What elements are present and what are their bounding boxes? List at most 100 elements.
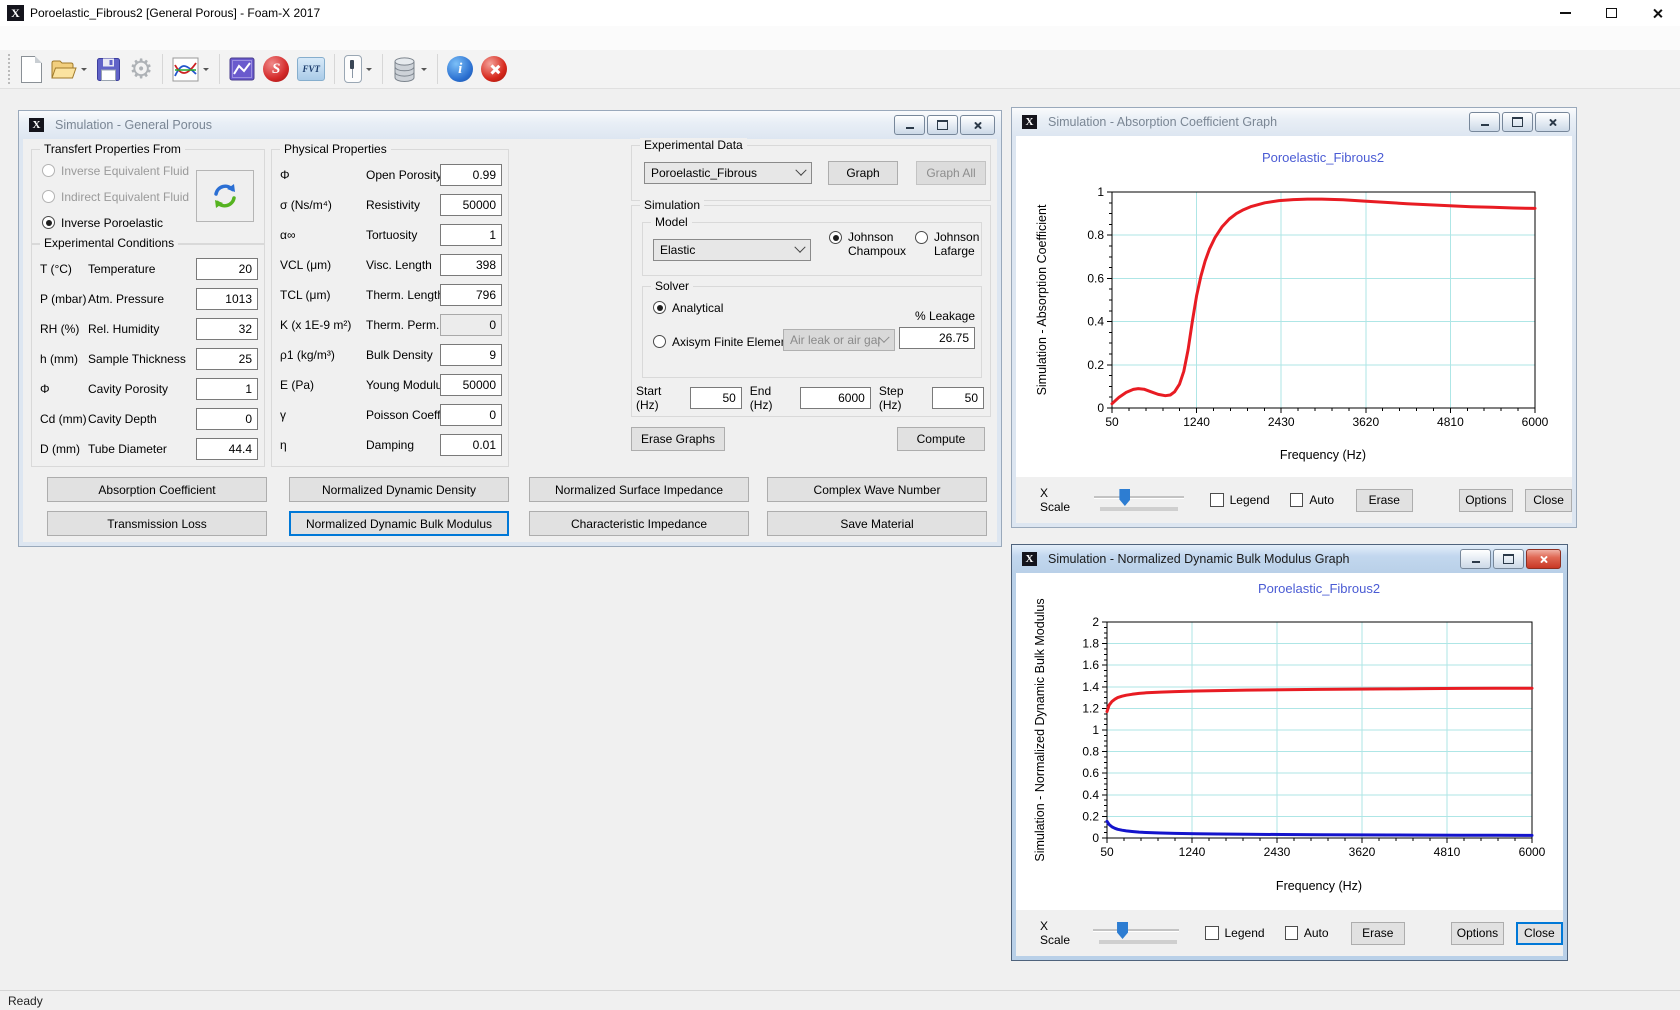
curves-dropdown-icon[interactable] — [203, 68, 209, 74]
compute-button[interactable]: Compute — [897, 427, 985, 451]
white-x-icon — [489, 64, 500, 75]
absorption-coefficient-button[interactable]: Absorption Coefficient — [47, 477, 267, 502]
menu-item[interactable] — [74, 34, 96, 42]
bulk-modulus-graph-titlebar[interactable]: X Simulation - Normalized Dynamic Bulk M… — [1012, 545, 1567, 573]
close-graph-button[interactable]: Close — [1516, 922, 1563, 945]
refresh-button[interactable] — [196, 170, 254, 222]
minimize-button[interactable] — [894, 115, 925, 135]
database-button[interactable] — [388, 52, 432, 86]
parameter-value-input[interactable]: 50000 — [440, 194, 502, 216]
parameter-value-input[interactable]: 0.01 — [440, 434, 502, 456]
new-file-button[interactable] — [17, 52, 46, 86]
menu-item[interactable] — [30, 34, 52, 42]
normalized-surface-impedance-button[interactable]: Normalized Surface Impedance — [529, 477, 749, 502]
complex-wave-number-button[interactable]: Complex Wave Number — [767, 477, 987, 502]
erase-button[interactable]: Erase — [1351, 922, 1406, 945]
impedance-tube-button[interactable] — [340, 52, 377, 86]
menu-item[interactable] — [96, 34, 118, 42]
graph-all-button[interactable]: Graph All — [916, 161, 986, 185]
purple-chart-icon — [229, 57, 255, 81]
air-leak-combobox[interactable]: Air leak or air gap — [783, 329, 895, 351]
x-scale-slider[interactable] — [1094, 488, 1184, 512]
radio-indirect-equivalent-fluid[interactable]: Indirect Equivalent Fluid — [42, 190, 189, 204]
maximize-button[interactable] — [927, 115, 958, 135]
menu-item[interactable] — [8, 34, 30, 42]
model-combobox[interactable]: Elastic — [653, 239, 811, 261]
start-input[interactable]: 50 — [690, 387, 742, 409]
erase-graphs-button[interactable]: Erase Graphs — [631, 427, 725, 451]
close-button[interactable] — [1526, 549, 1561, 569]
auto-checkbox[interactable] — [1290, 493, 1304, 507]
open-dropdown-icon[interactable] — [81, 68, 87, 74]
characterize-graph-button[interactable] — [168, 52, 214, 86]
parameter-value-input[interactable]: 1 — [440, 224, 502, 246]
minimize-button[interactable] — [1469, 112, 1500, 132]
options-button[interactable]: Options — [1451, 922, 1504, 945]
transmission-loss-button[interactable]: Transmission Loss — [47, 511, 267, 536]
slider-thumb[interactable] — [1119, 489, 1130, 506]
save-material-button[interactable]: Save Material — [767, 511, 987, 536]
parameter-value-input[interactable]: 20 — [196, 258, 258, 280]
database-dropdown-icon[interactable] — [421, 68, 427, 74]
app-titlebar[interactable]: X Poroelastic_Fibrous2 [General Porous] … — [0, 0, 1680, 26]
save-button[interactable] — [92, 52, 125, 86]
parameter-value-input[interactable]: 32 — [196, 318, 258, 340]
menu-item[interactable] — [118, 34, 140, 42]
graph-viewer-button[interactable] — [225, 52, 259, 86]
radio-inverse-poroelastic[interactable]: Inverse Poroelastic — [42, 216, 163, 230]
parameter-value-input[interactable]: 1013 — [196, 288, 258, 310]
normalized-dynamic-density-button[interactable]: Normalized Dynamic Density — [289, 477, 509, 502]
legend-checkbox[interactable] — [1210, 493, 1224, 507]
minimize-button[interactable] — [1460, 549, 1491, 569]
menu-item[interactable] — [52, 34, 74, 42]
radio-inverse-equivalent-fluid[interactable]: Inverse Equivalent Fluid — [42, 164, 189, 178]
parameter-value-input[interactable]: 1 — [196, 378, 258, 400]
x-scale-slider[interactable] — [1093, 921, 1179, 945]
maximize-button[interactable] — [1502, 112, 1533, 132]
characteristic-impedance-button[interactable]: Characteristic Impedance — [529, 511, 749, 536]
step-input[interactable]: 50 — [932, 387, 984, 409]
radio-johnson-champoux[interactable]: Johnson Champoux — [829, 231, 916, 259]
s-tool-button[interactable]: S — [259, 52, 293, 86]
radio-analytical[interactable]: Analytical — [653, 301, 723, 315]
parameter-value-input[interactable]: 9 — [440, 344, 502, 366]
info-button[interactable]: i — [443, 52, 477, 86]
absorption-graph-titlebar[interactable]: X Simulation - Absorption Coefficient Gr… — [1012, 108, 1576, 136]
app-restore-button[interactable] — [1588, 0, 1634, 26]
graph-button[interactable]: Graph — [828, 161, 898, 185]
close-button[interactable] — [960, 115, 995, 135]
legend-checkbox[interactable] — [1205, 926, 1218, 940]
parameter-value-input[interactable]: 44.4 — [196, 438, 258, 460]
end-input[interactable]: 6000 — [800, 387, 871, 409]
open-file-button[interactable] — [46, 52, 92, 86]
parameter-value-input[interactable]: 796 — [440, 284, 502, 306]
app-minimize-button[interactable] — [1542, 0, 1588, 26]
tube-dropdown-icon[interactable] — [366, 68, 372, 74]
app-close-button[interactable] — [1634, 0, 1680, 26]
parameter-value-input[interactable]: 50000 — [440, 374, 502, 396]
auto-checkbox[interactable] — [1285, 926, 1298, 940]
maximize-button[interactable] — [1493, 549, 1524, 569]
exit-button[interactable] — [477, 52, 511, 86]
property-row: ρ1 (kg/m³) Bulk Density 9 — [272, 344, 508, 366]
parameter-value-input[interactable]: 0 — [196, 408, 258, 430]
parameter-label: Therm. Perm. — [366, 318, 439, 332]
parameter-value-input[interactable]: 0.99 — [440, 164, 502, 186]
parameter-value-input[interactable]: 398 — [440, 254, 502, 276]
options-button[interactable]: Options — [1459, 489, 1514, 512]
leakage-input[interactable]: 26.75 — [899, 327, 975, 349]
erase-button[interactable]: Erase — [1356, 489, 1413, 512]
close-graph-button[interactable]: Close — [1525, 489, 1572, 512]
radio-johnson-lafarge[interactable]: Johnson Lafarge — [915, 231, 994, 259]
simulation-window-titlebar[interactable]: X Simulation - General Porous — [19, 111, 1001, 139]
close-button[interactable] — [1535, 112, 1570, 132]
parameter-value-input[interactable]: 0 — [440, 404, 502, 426]
parameter-value-input[interactable]: 0 — [440, 314, 502, 336]
slider-thumb[interactable] — [1117, 922, 1128, 939]
settings-button[interactable]: ⚙ — [125, 52, 157, 86]
material-combobox[interactable]: Poroelastic_Fibrous — [644, 162, 812, 184]
radio-axisym-finite-element[interactable]: Axisym Finite Element — [653, 335, 791, 349]
normalized-dynamic-bulk-modulus-button[interactable]: Normalized Dynamic Bulk Modulus — [289, 511, 509, 536]
fvt-tool-button[interactable]: FVT — [293, 52, 329, 86]
parameter-value-input[interactable]: 25 — [196, 348, 258, 370]
